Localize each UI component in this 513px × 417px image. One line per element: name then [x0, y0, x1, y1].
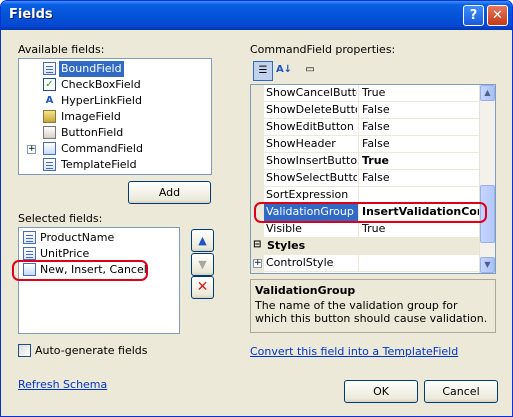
column-divider — [358, 221, 359, 238]
hyperlink-field-icon: A — [45, 95, 54, 106]
move-down-button[interactable]: ▼ — [191, 253, 214, 276]
button-field-icon — [43, 126, 56, 139]
property-row[interactable]: ShowDeleteButton False — [264, 102, 481, 119]
category-label: Styles — [267, 239, 306, 252]
description-title: ValidationGroup — [255, 284, 356, 297]
expand-icon[interactable]: + — [253, 259, 262, 268]
help-button[interactable]: ? — [463, 5, 484, 26]
convert-to-templatefield-link[interactable]: Convert this field into a TemplateField — [250, 345, 458, 358]
auto-generate-checkbox[interactable] — [18, 344, 31, 357]
delete-button[interactable]: ✕ — [191, 276, 214, 299]
fields-dialog: Fields ? ✕ Available fields: BoundField … — [0, 0, 513, 417]
bound-field-icon — [23, 231, 36, 244]
property-name: ShowSelectButton — [266, 171, 357, 184]
property-row[interactable]: ShowSelectButton False — [264, 170, 481, 187]
refresh-schema-link[interactable]: Refresh Schema — [18, 378, 107, 391]
annotation-highlight-ring — [254, 202, 487, 223]
ok-button[interactable]: OK — [344, 380, 418, 403]
property-name: ShowInsertButton — [266, 154, 357, 167]
cancel-button[interactable]: Cancel — [424, 380, 498, 403]
column-divider — [358, 85, 359, 102]
bound-field-icon — [43, 62, 56, 75]
auto-generate-label: Auto-generate fields — [35, 344, 148, 357]
list-item-label: ProductName — [40, 231, 115, 244]
property-name: Visible — [266, 222, 302, 235]
tree-item-label: BoundField — [59, 61, 124, 77]
tree-item-label: CommandField — [61, 142, 143, 155]
move-up-button[interactable]: ▲ — [191, 229, 214, 252]
collapse-icon[interactable]: ⊟ — [253, 239, 261, 250]
property-row[interactable]: ShowEditButton False — [264, 119, 481, 136]
tree-item-label: ImageField — [61, 110, 121, 123]
selected-fields-label: Selected fields: — [18, 212, 103, 225]
column-divider — [358, 170, 359, 187]
tree-item-label: ButtonField — [61, 126, 124, 139]
property-name: SortExpression — [266, 188, 349, 201]
help-icon: ? — [469, 8, 478, 23]
window-title: Fields — [9, 7, 53, 22]
close-icon: ✕ — [492, 8, 503, 23]
property-name: ShowDeleteButton — [266, 103, 357, 116]
property-value[interactable]: False — [362, 171, 480, 184]
property-value[interactable]: True — [362, 86, 480, 99]
tree-item-label: HyperLinkField — [61, 94, 142, 107]
command-field-icon — [43, 142, 56, 155]
image-field-icon — [43, 110, 56, 123]
description-text: The name of the validation group for whi… — [255, 299, 488, 325]
categorized-icon: ☰ — [258, 65, 268, 76]
ok-button-label: OK — [373, 385, 389, 398]
column-divider — [358, 153, 359, 170]
property-value[interactable]: True — [362, 154, 480, 167]
bound-field-icon — [23, 247, 36, 260]
property-value[interactable]: False — [362, 120, 480, 133]
vertical-scrollbar[interactable]: ▲ ▼ — [479, 85, 495, 273]
property-row[interactable]: + ControlStyle — [253, 255, 481, 272]
scroll-down-icon[interactable]: ▼ — [480, 257, 495, 273]
alphabetical-button[interactable]: A↓ — [274, 61, 294, 81]
title-bar[interactable]: Fields ? ✕ — [1, 1, 512, 30]
cancel-button-label: Cancel — [442, 385, 480, 398]
arrow-down-icon: ▼ — [198, 258, 207, 271]
checkbox-field-icon: ✓ — [43, 78, 56, 91]
column-divider — [358, 102, 359, 119]
annotation-highlight-ring — [12, 260, 148, 281]
available-fields-tree[interactable]: BoundField ✓ CheckBoxField A HyperLinkFi… — [18, 58, 212, 175]
property-name: ShowEditButton — [266, 120, 354, 133]
alphabetical-icon: A↓ — [275, 64, 293, 75]
property-grid-toolbar: ☰ A↓ ▭ — [250, 59, 496, 83]
delete-x-icon: ✕ — [196, 279, 209, 295]
add-button-label: Add — [158, 186, 181, 199]
available-fields-label: Available fields: — [18, 43, 105, 56]
property-pages-button[interactable]: ▭ — [300, 61, 320, 81]
column-divider — [358, 136, 359, 153]
add-button[interactable]: Add — [128, 181, 211, 204]
property-name: ShowHeader — [266, 137, 336, 150]
expand-icon[interactable]: + — [27, 145, 36, 154]
arrow-up-icon: ▲ — [198, 234, 207, 247]
close-button[interactable]: ✕ — [487, 5, 508, 26]
tree-item-boundfield[interactable]: BoundField — [19, 61, 211, 77]
property-pages-icon: ▭ — [305, 64, 315, 75]
property-value[interactable]: False — [362, 137, 480, 150]
categorized-button[interactable]: ☰ — [253, 61, 273, 81]
scroll-up-icon[interactable]: ▲ — [480, 85, 495, 101]
property-value[interactable]: False — [362, 103, 480, 116]
column-divider — [358, 119, 359, 136]
property-name: ControlStyle — [266, 256, 334, 269]
property-name: ShowCancelButton — [266, 86, 357, 99]
tree-item-label: CheckBoxField — [61, 78, 141, 91]
properties-label: CommandField properties: — [250, 43, 396, 56]
property-row[interactable]: Visible True — [264, 221, 481, 238]
template-field-icon — [43, 158, 56, 171]
tree-item-label: TemplateField — [61, 158, 137, 171]
category-row-styles[interactable]: ⊟ Styles — [251, 238, 481, 255]
property-value[interactable]: True — [362, 222, 480, 235]
property-row[interactable]: ShowCancelButton True — [264, 85, 481, 102]
column-divider — [358, 255, 359, 272]
property-description-pane: ValidationGroup The name of the validati… — [250, 279, 496, 333]
property-row[interactable]: ShowHeader False — [264, 136, 481, 153]
property-row[interactable]: ShowInsertButton True — [264, 153, 481, 170]
property-grid[interactable]: ShowCancelButton True ShowDeleteButton F… — [250, 84, 496, 274]
